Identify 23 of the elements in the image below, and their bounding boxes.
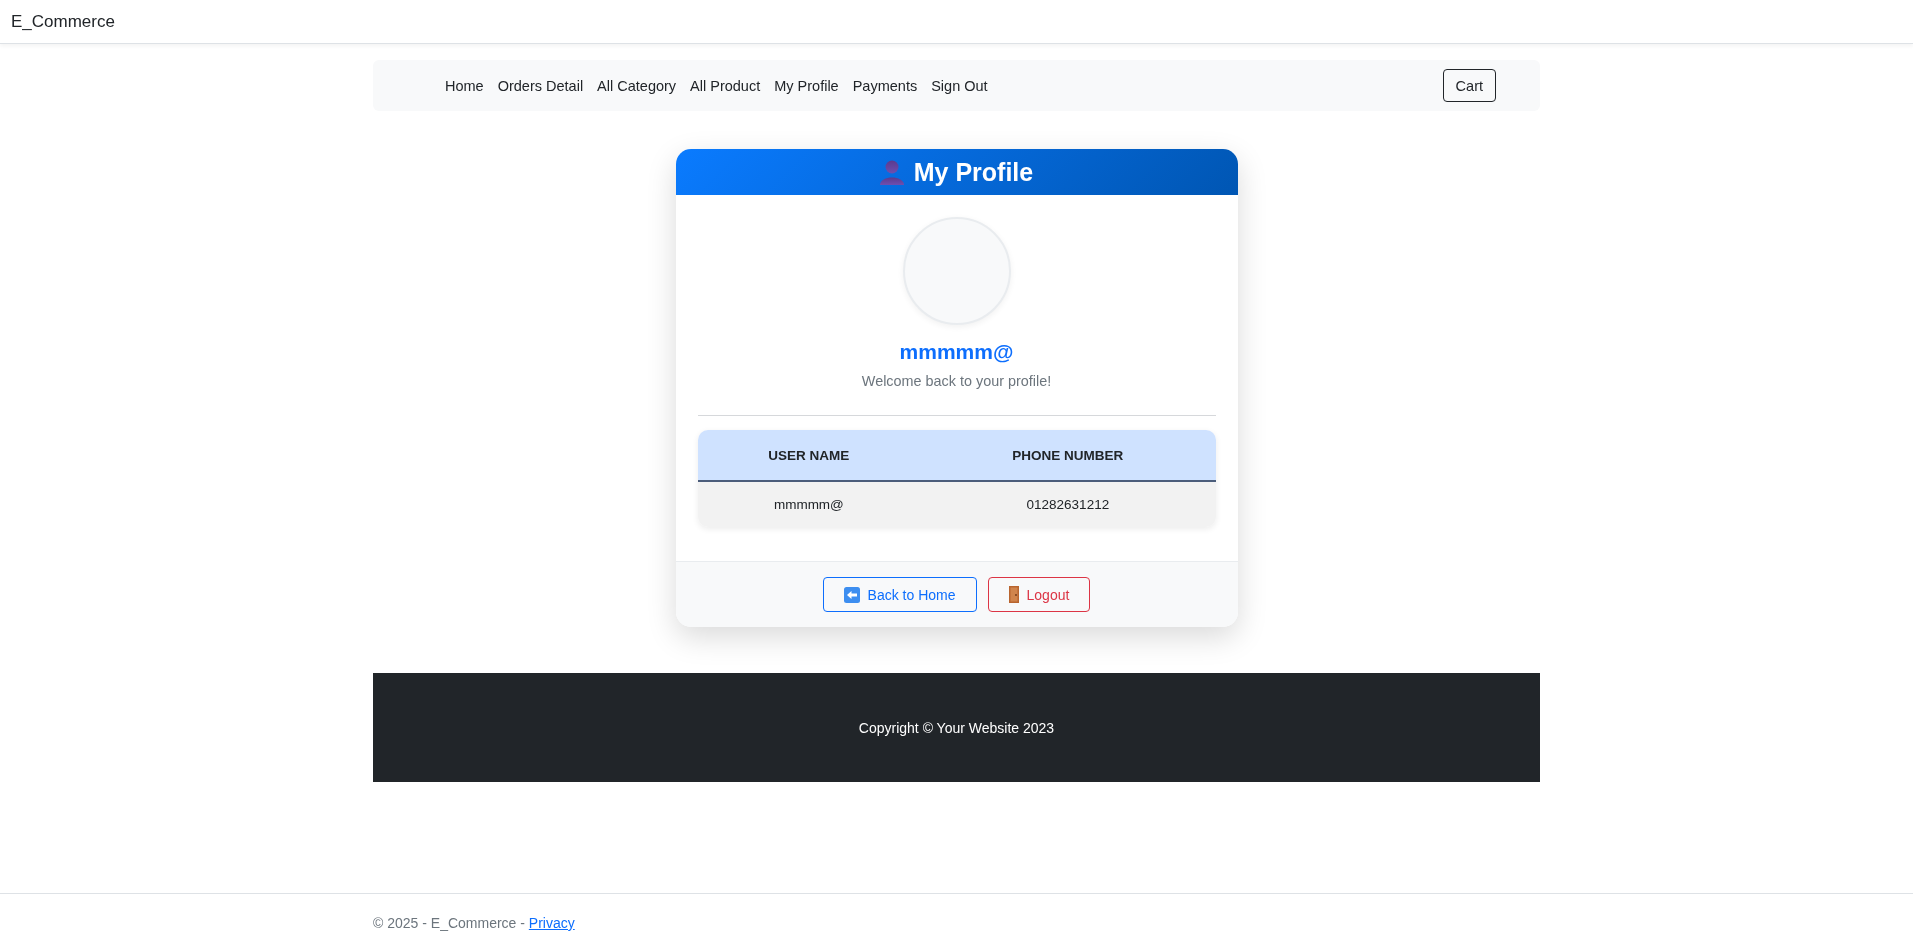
column-header: USER NAME [697,430,921,482]
nav-link[interactable]: All Category [590,73,684,98]
footer-text: © 2025 - E_Commerce - Privacy [373,914,575,931]
copyright-text: Copyright © Your Website 2023 [858,719,1055,736]
brand-link[interactable]: E_Commerce [11,11,115,32]
back-home-button[interactable]: Back to Home [822,577,977,612]
username-heading: mmmmm@ [899,339,1014,365]
person-icon [879,159,904,185]
door-icon [1008,586,1019,603]
nav-link[interactable]: Payments [845,73,925,98]
nav-link[interactable]: Orders Detail [490,73,591,98]
cart-button[interactable]: Cart [1442,69,1496,102]
table-cell: 01282631212 [920,482,1216,527]
column-header: PHONE NUMBER [920,430,1216,482]
nav-link[interactable]: My Profile [767,73,846,98]
logout-button[interactable]: Logout [987,577,1091,612]
nav-link[interactable]: Sign Out [924,73,995,98]
card-title: My Profile [913,157,1034,187]
nav-link[interactable]: Home [438,73,491,98]
privacy-link[interactable]: Privacy [528,914,575,931]
nav-link[interactable]: All Product [683,73,768,98]
welcome-text: Welcome back to your profile! [861,372,1052,391]
table-cell: mmmmm@ [697,482,921,527]
